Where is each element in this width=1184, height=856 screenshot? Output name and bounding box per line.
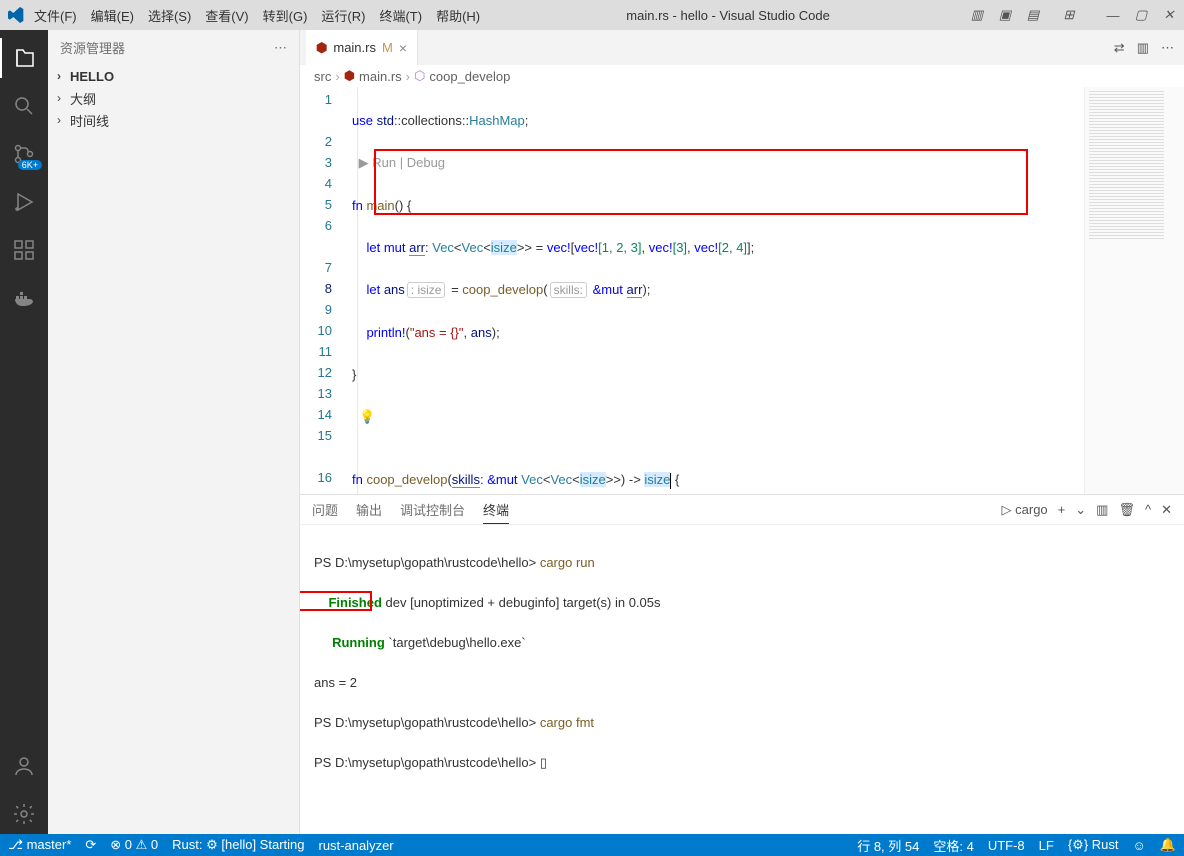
- status-branch[interactable]: ⎇ master*: [8, 837, 71, 853]
- terminal-profile[interactable]: ▷ cargo: [1002, 502, 1048, 518]
- menu-bar: 文件(F) 编辑(E) 选择(S) 查看(V) 转到(G) 运行(R) 终端(T…: [28, 4, 486, 27]
- code-content[interactable]: use std::collections::HashMap; ▶ Run | D…: [346, 87, 1084, 494]
- split-icon[interactable]: ▥: [1137, 40, 1149, 56]
- menu-help[interactable]: 帮助(H): [430, 4, 486, 27]
- minimize-icon[interactable]: —: [1106, 8, 1120, 22]
- status-indent[interactable]: 空格: 4: [933, 836, 973, 855]
- sidebar-section-hello[interactable]: ›HELLO: [48, 65, 299, 87]
- status-errors[interactable]: ⊗ 0 ⚠ 0: [110, 837, 158, 853]
- panel-tab-problems[interactable]: 问题: [312, 496, 338, 523]
- explorer-icon[interactable]: [0, 38, 48, 78]
- tab-close-icon[interactable]: ×: [399, 40, 407, 56]
- source-control-icon[interactable]: 6K+: [0, 134, 48, 174]
- panel-tab-debug[interactable]: 调试控制台: [400, 496, 465, 523]
- panel-tab-output[interactable]: 输出: [356, 496, 382, 523]
- menu-edit[interactable]: 编辑(E): [85, 4, 140, 27]
- rust-file-icon: ⬢: [316, 40, 327, 56]
- status-encoding[interactable]: UTF-8: [988, 838, 1025, 853]
- chevron-down-icon[interactable]: ⌄: [1075, 502, 1086, 518]
- sidebar-title: 资源管理器 ⋯: [48, 30, 299, 65]
- lightbulb-icon[interactable]: 💡: [359, 409, 375, 424]
- tab-main-rs[interactable]: ⬢ main.rs M ×: [306, 30, 418, 65]
- menu-selection[interactable]: 选择(S): [142, 4, 197, 27]
- panel-tab-terminal[interactable]: 终端: [483, 496, 509, 524]
- sidebar-section-outline[interactable]: ›大纲: [48, 87, 299, 109]
- run-debug-icon[interactable]: [0, 182, 48, 222]
- menu-terminal[interactable]: 终端(T): [373, 4, 428, 27]
- menu-run[interactable]: 运行(R): [315, 4, 371, 27]
- symbol-icon: ⬡: [414, 68, 425, 84]
- activity-bar: 6K+: [0, 30, 48, 834]
- line-numbers: 1 23456 789101112131415 1617: [300, 87, 346, 494]
- titlebar: 文件(F) 编辑(E) 选择(S) 查看(V) 转到(G) 运行(R) 终端(T…: [0, 0, 1184, 30]
- chevron-up-icon[interactable]: ^: [1145, 502, 1151, 517]
- split-terminal-icon[interactable]: ▥: [1096, 502, 1108, 518]
- menu-go[interactable]: 转到(G): [257, 4, 314, 27]
- status-bar: ⎇ master* ⟳ ⊗ 0 ⚠ 0 Rust: ⚙ [hello] Star…: [0, 834, 1184, 856]
- status-eol[interactable]: LF: [1039, 838, 1054, 853]
- editor-tabs: ⬢ main.rs M × ⇄ ▥ ⋯: [300, 30, 1184, 65]
- breadcrumb[interactable]: src› ⬢ main.rs› ⬡ coop_develop: [300, 65, 1184, 87]
- trash-icon[interactable]: 🗑: [1118, 502, 1135, 518]
- layout-left-icon[interactable]: ▥: [970, 8, 984, 22]
- status-feedback-icon[interactable]: ☺: [1133, 838, 1146, 853]
- close-panel-icon[interactable]: ✕: [1161, 502, 1172, 518]
- tab-label: main.rs: [333, 40, 376, 55]
- status-rust-analyzer[interactable]: rust-analyzer: [318, 838, 393, 853]
- more-icon[interactable]: ⋯: [1161, 40, 1174, 56]
- status-rust[interactable]: Rust: ⚙ [hello] Starting: [172, 837, 304, 853]
- status-sync[interactable]: ⟳: [85, 837, 96, 853]
- status-cursor-pos[interactable]: 行 8, 列 54: [857, 836, 919, 855]
- close-icon[interactable]: ✕: [1162, 8, 1176, 22]
- settings-icon[interactable]: [0, 794, 48, 834]
- docker-icon[interactable]: [0, 278, 48, 318]
- code-editor[interactable]: 1 23456 789101112131415 1617 use std::co…: [300, 87, 1184, 494]
- layout-right-icon[interactable]: ▤: [1026, 8, 1040, 22]
- search-icon[interactable]: [0, 86, 48, 126]
- status-lang[interactable]: {⚙} Rust: [1068, 837, 1119, 853]
- account-icon[interactable]: [0, 746, 48, 786]
- extensions-icon[interactable]: [0, 230, 48, 270]
- layout-custom-icon[interactable]: ⊞: [1062, 8, 1076, 22]
- layout-bottom-icon[interactable]: ▣: [998, 8, 1012, 22]
- sidebar-section-timeline[interactable]: ›时间线: [48, 109, 299, 131]
- scm-badge: 6K+: [18, 160, 42, 170]
- maximize-icon[interactable]: ▢: [1134, 8, 1148, 22]
- vscode-logo-icon: [8, 7, 24, 23]
- window-controls: ▥ ▣ ▤ ⊞ — ▢ ✕: [970, 8, 1176, 22]
- compare-icon[interactable]: ⇄: [1114, 40, 1125, 56]
- rust-file-icon: ⬢: [344, 68, 355, 84]
- status-bell-icon[interactable]: 🔔: [1160, 837, 1176, 853]
- menu-file[interactable]: 文件(F): [28, 4, 83, 27]
- menu-view[interactable]: 查看(V): [199, 4, 254, 27]
- new-terminal-icon[interactable]: +: [1058, 502, 1066, 517]
- sidebar: 资源管理器 ⋯ ›HELLO ›大纲 ›时间线: [48, 30, 300, 834]
- window-title: main.rs - hello - Visual Studio Code: [490, 8, 966, 23]
- terminal[interactable]: PS D:\mysetup\gopath\rustcode\hello> car…: [300, 525, 1184, 834]
- more-icon[interactable]: ⋯: [274, 40, 287, 56]
- codelens[interactable]: ▶ Run | Debug: [352, 152, 1084, 174]
- bottom-panel: 问题 输出 调试控制台 终端 ▷ cargo + ⌄ ▥ 🗑 ^ ✕ PS D:…: [300, 494, 1184, 834]
- minimap[interactable]: [1084, 87, 1184, 494]
- tab-modified: M: [382, 40, 393, 55]
